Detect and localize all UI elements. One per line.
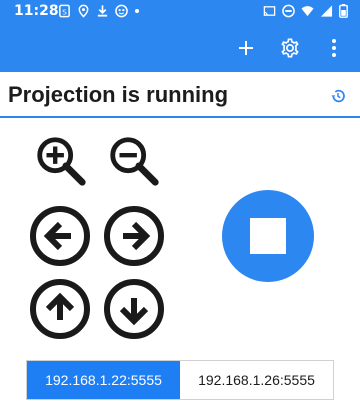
svg-text:S: S (62, 7, 67, 16)
zoom-in-button[interactable] (30, 130, 92, 192)
page-title: Projection is running (8, 82, 229, 107)
battery-icon (339, 4, 348, 18)
signal-icon (320, 5, 333, 17)
address-option-1[interactable]: 192.168.1.22:5555 (27, 361, 180, 399)
arrow-left-icon (30, 206, 90, 266)
status-time: 11:28 (14, 3, 59, 19)
status-bar: 11:28 S (0, 0, 360, 24)
app-bar (0, 24, 360, 72)
dot-icon (135, 9, 139, 13)
arrow-up-icon (30, 279, 90, 339)
stop-projection-button[interactable] (222, 190, 314, 282)
status-left-icons: S (58, 4, 140, 18)
game-icon (115, 4, 128, 18)
location-icon (78, 4, 89, 18)
add-button[interactable] (226, 24, 266, 72)
zoom-out-button[interactable] (103, 130, 165, 192)
add-icon (239, 41, 253, 55)
arrow-down-icon (104, 279, 164, 339)
history-button[interactable] (326, 84, 350, 108)
zoom-out-icon (110, 137, 159, 186)
more-vert-icon (332, 39, 336, 57)
move-right-button[interactable] (103, 205, 165, 267)
stop-icon (250, 218, 286, 254)
move-left-button[interactable] (29, 205, 91, 267)
do-not-disturb-icon (282, 4, 295, 18)
status-right-icons (263, 4, 348, 18)
download-icon (97, 5, 108, 17)
move-down-button[interactable] (103, 278, 165, 340)
settings-icon (281, 38, 299, 58)
wifi-icon (301, 6, 314, 17)
history-icon (331, 89, 345, 103)
move-up-button[interactable] (29, 278, 91, 340)
header: Projection is running (0, 72, 360, 118)
sim-card-icon: S (59, 4, 70, 18)
more-options-button[interactable] (314, 24, 354, 72)
address-option-2[interactable]: 192.168.1.26:5555 (180, 361, 333, 399)
zoom-in-icon (37, 137, 86, 186)
arrow-right-icon (104, 206, 164, 266)
address-selector: 192.168.1.22:5555 192.168.1.26:5555 (26, 360, 334, 400)
settings-button[interactable] (270, 24, 310, 72)
cast-icon (263, 6, 276, 16)
